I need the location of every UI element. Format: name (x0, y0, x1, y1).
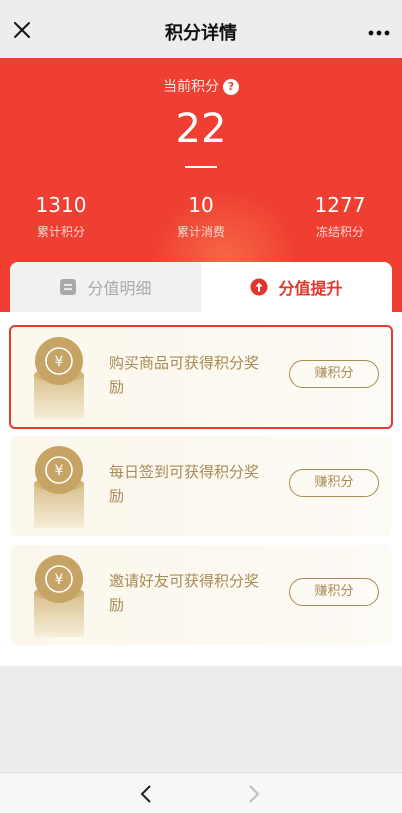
tab-label: 分值明细 (87, 279, 152, 298)
earn-points-button[interactable]: 赚积分 (289, 469, 379, 497)
stat-label: 累计积分 (36, 225, 85, 239)
coin-symbol: ¥ (55, 463, 64, 479)
stat-total-spent: 10 累计消费 (151, 193, 251, 240)
tab-bar: 分值明细 分值提升 (10, 262, 392, 312)
current-points-value: 22 (175, 106, 227, 152)
chevron-right-icon[interactable] (244, 784, 262, 804)
browser-bottom-bar (0, 772, 402, 813)
task-text: 邀请好友可获得积分奖励 (109, 572, 260, 614)
arrow-up-circle-icon (250, 278, 268, 296)
coin-symbol: ¥ (55, 354, 64, 370)
stat-frozen: 1277 冻结积分 (290, 193, 390, 240)
task-text: 每日签到可获得积分奖励 (109, 463, 260, 505)
coin-icon: ¥ (34, 337, 84, 419)
task-card-purchase[interactable]: ¥ 购买商品可获得积分奖励 赚积分 (9, 325, 393, 429)
help-icon[interactable]: ? (223, 79, 239, 95)
divider (185, 166, 217, 168)
stat-value: 1310 (35, 193, 87, 217)
nav-bar: 积分详情 (0, 0, 402, 58)
list-icon (60, 279, 77, 295)
stat-total-earned: 1310 累计积分 (11, 193, 111, 240)
earn-points-button[interactable]: 赚积分 (289, 578, 379, 606)
stat-value: 10 (188, 193, 214, 217)
tab-points-detail[interactable]: 分值明细 (10, 262, 201, 312)
task-card-invite[interactable]: ¥ 邀请好友可获得积分奖励 赚积分 (11, 545, 391, 645)
tab-label: 分值提升 (278, 279, 343, 298)
task-text: 购买商品可获得积分奖励 (109, 354, 260, 396)
current-points-title: 当前积分 (163, 79, 219, 95)
coin-icon: ¥ (34, 446, 84, 528)
more-icon[interactable] (368, 30, 390, 36)
earn-points-button[interactable]: 赚积分 (289, 360, 379, 388)
stat-label: 冻结积分 (315, 225, 364, 239)
task-card-checkin[interactable]: ¥ 每日签到可获得积分奖励 赚积分 (11, 436, 391, 536)
chevron-left-icon[interactable] (138, 784, 156, 804)
stat-value: 1277 (314, 193, 366, 217)
coin-icon: ¥ (34, 555, 84, 637)
tab-points-boost[interactable]: 分值提升 (201, 262, 392, 312)
current-points-label: 当前积分? (0, 76, 402, 96)
page-title: 积分详情 (165, 23, 237, 44)
stat-label: 累计消费 (176, 225, 225, 239)
coin-symbol: ¥ (55, 572, 64, 588)
